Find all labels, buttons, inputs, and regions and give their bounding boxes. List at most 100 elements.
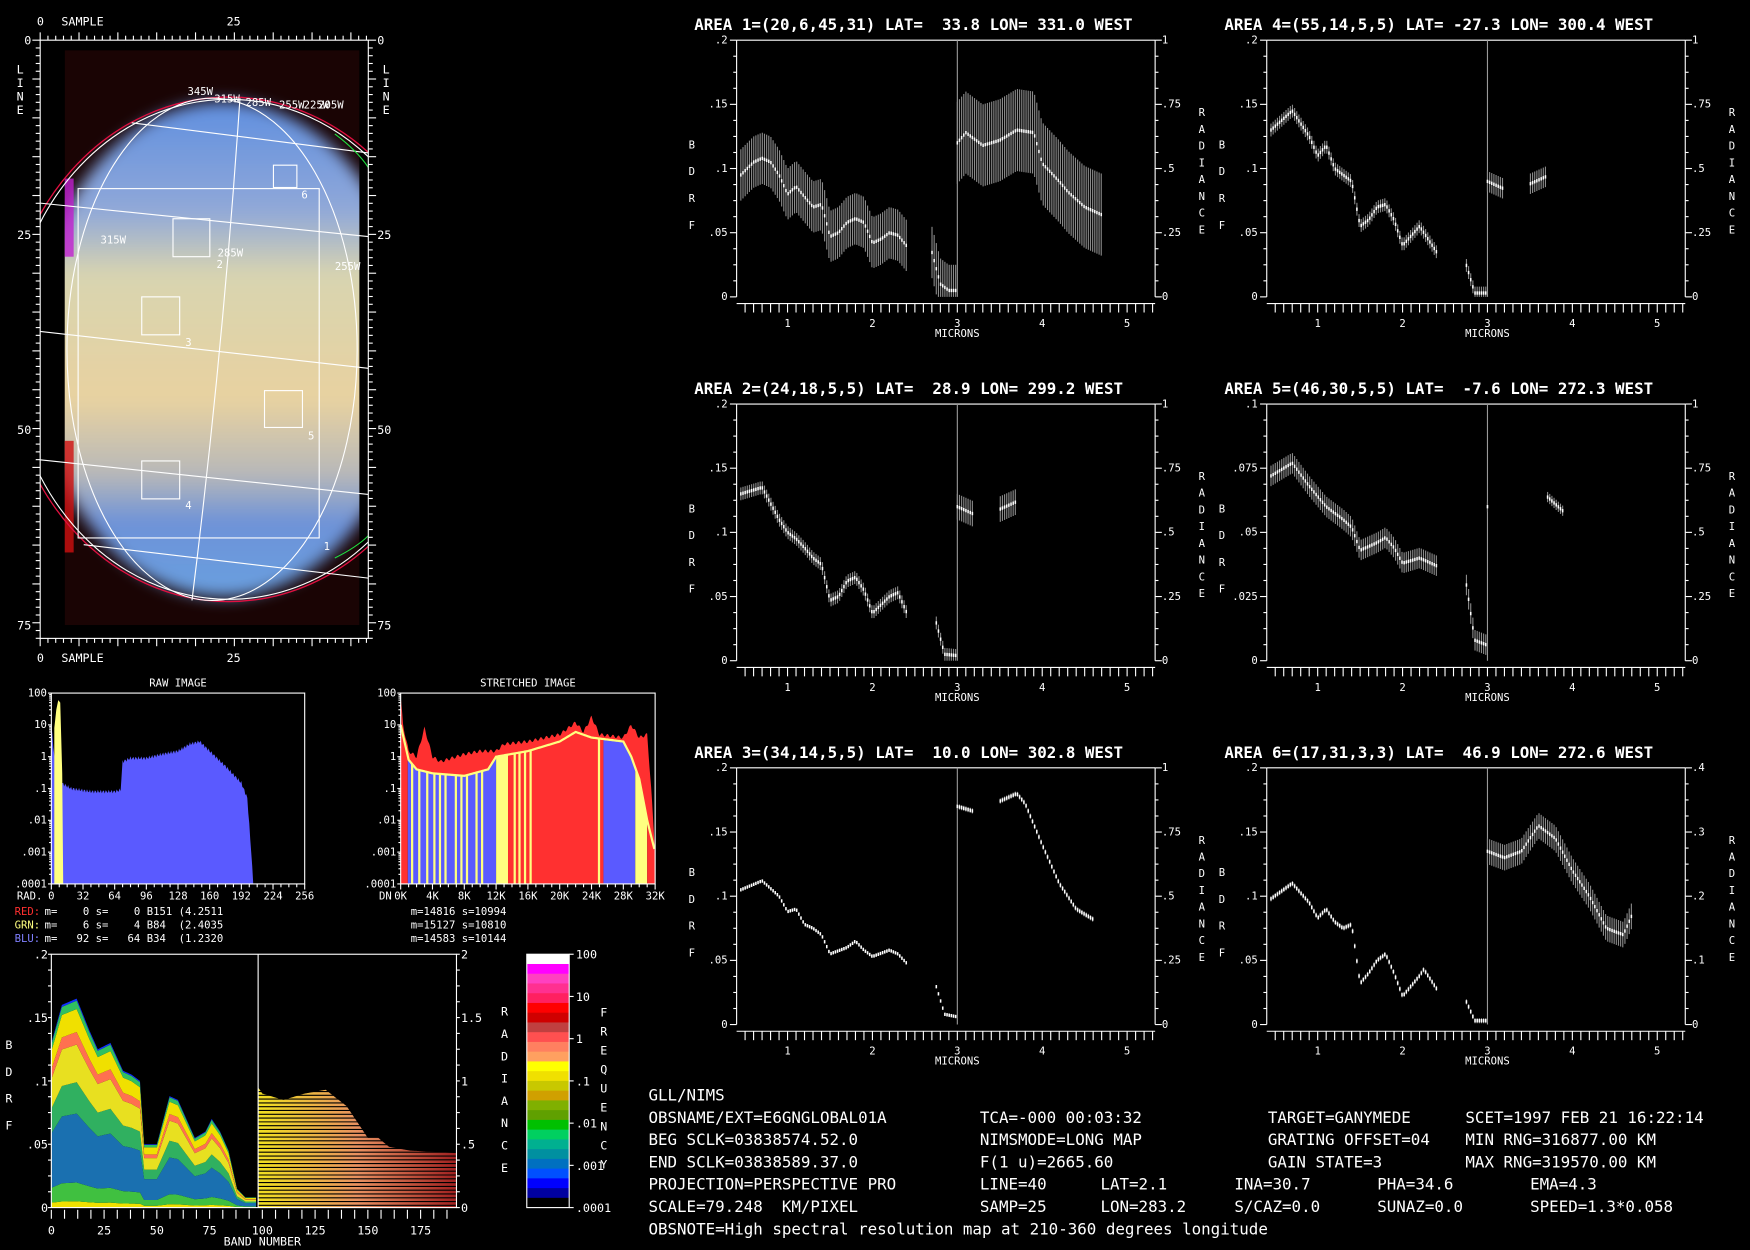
data-point: [810, 926, 813, 930]
stat-channel-label: RED:: [15, 906, 41, 918]
data-point: [875, 607, 877, 612]
gain-state: GAIN STATE=3: [1268, 1152, 1382, 1171]
data-point: [1351, 184, 1354, 189]
histogram-series-grn: [54, 700, 64, 884]
data-point: [1435, 563, 1438, 568]
data-point: [834, 596, 837, 600]
data-point: [1546, 495, 1549, 499]
data-point: [841, 947, 843, 952]
data-point: [1345, 520, 1347, 524]
data-point: [755, 487, 757, 491]
data-point: [1424, 233, 1427, 238]
data-point: [946, 1013, 948, 1017]
frequency-letter: E: [600, 1101, 607, 1115]
x-tick-label: 1: [784, 682, 790, 694]
data-point: [1027, 809, 1029, 813]
data-point: [1003, 135, 1006, 140]
data-point: [958, 138, 961, 142]
data-point: [1358, 218, 1360, 223]
data-point: [1472, 1014, 1474, 1019]
data-point: [937, 629, 940, 633]
data-point: [845, 581, 847, 585]
y2-tick-label: 1: [461, 1074, 468, 1088]
data-point: [1478, 640, 1481, 644]
data-point: [1338, 515, 1341, 519]
x-tick-label: 5: [1124, 1046, 1130, 1058]
y-tick-label: 100: [28, 687, 47, 699]
data-point: [1559, 846, 1562, 850]
data-point: [750, 488, 753, 493]
data-point: [836, 231, 839, 235]
y-tick-label: .15: [709, 99, 728, 111]
data-point: [1270, 897, 1272, 901]
data-point: [1278, 120, 1281, 124]
data-point: [868, 234, 871, 239]
data-point: [903, 958, 905, 963]
spectrum-panel-area-3: AREA 3=(34,14,5,5) LAT= 10.0 LON= 302.8 …: [689, 743, 1206, 1068]
image-map[interactable]: 0 SAMPLE 250 SAMPLE 250 025 2550 5075 75L LI IN NE E…: [6, 15, 452, 665]
data-point: [1371, 543, 1373, 547]
data-point: [1089, 916, 1092, 920]
data-point: [1313, 145, 1315, 149]
data-point: [958, 505, 961, 510]
data-point: [821, 566, 824, 571]
data-point: [757, 158, 759, 162]
y-tick-label: 1: [390, 751, 396, 763]
data-point: [1083, 204, 1085, 209]
data-point: [1046, 167, 1049, 171]
data-point: [890, 949, 892, 953]
y2-axis-letter: R: [501, 1005, 509, 1019]
x-tick-label: 5: [1124, 318, 1130, 330]
data-point: [847, 578, 850, 583]
data-point: [1497, 184, 1499, 188]
data-point: [1381, 203, 1384, 208]
data-point: [755, 881, 757, 886]
y-axis-label: BDRF: [1219, 139, 1226, 231]
data-point: [1304, 896, 1307, 900]
data-point: [1553, 835, 1555, 840]
histogram-thin-stripe: [433, 773, 436, 884]
data-point: [1291, 881, 1294, 886]
data-point: [1287, 463, 1289, 468]
data-point: [1621, 932, 1624, 937]
histogram-stripe: [603, 739, 636, 884]
data-point: [813, 927, 815, 931]
data-point: [1474, 1019, 1476, 1023]
x-tick-label: 125: [305, 1223, 326, 1237]
data-point: [1429, 240, 1431, 244]
data-point: [1375, 541, 1378, 545]
data-point: [860, 219, 862, 223]
y-tick-label: 1: [40, 751, 46, 763]
colorbar-swatch: [526, 1100, 570, 1111]
data-point: [1469, 611, 1472, 616]
data-point: [1396, 229, 1399, 233]
data-point: [744, 886, 746, 890]
data-point: [802, 193, 804, 197]
data-point: [744, 168, 746, 173]
data-point: [1369, 544, 1371, 548]
data-point: [795, 908, 798, 912]
data-point: [1394, 222, 1397, 227]
band-density-plot: .2 2.15 1.5.1 1.05.50 00 25 50 75 100 125 150 175BA…: [5, 948, 611, 1249]
data-point: [791, 908, 794, 912]
colorbar-swatch: [526, 993, 570, 1004]
data-point: [1488, 180, 1491, 185]
data-point: [763, 881, 766, 885]
x-axis-label: MICRONS: [935, 1056, 980, 1068]
data-point: [1407, 559, 1410, 564]
data-point: [787, 192, 789, 196]
pha-value: PHA=34.6: [1377, 1175, 1453, 1194]
stat-channel-label: GRN:: [15, 920, 41, 932]
data-point: [765, 158, 768, 162]
data-point: [1020, 129, 1023, 133]
y-tick-label: .2: [715, 398, 728, 410]
data-point: [815, 558, 817, 562]
x-tick-label: 150: [357, 1223, 378, 1237]
data-point: [971, 809, 974, 813]
y-axis-letter: B: [5, 1038, 12, 1052]
data-point: [1424, 559, 1427, 563]
data-point: [1409, 234, 1412, 239]
edge-artifact: [64, 440, 74, 553]
colorbar-swatch: [526, 1051, 570, 1062]
data-point: [1053, 174, 1055, 178]
